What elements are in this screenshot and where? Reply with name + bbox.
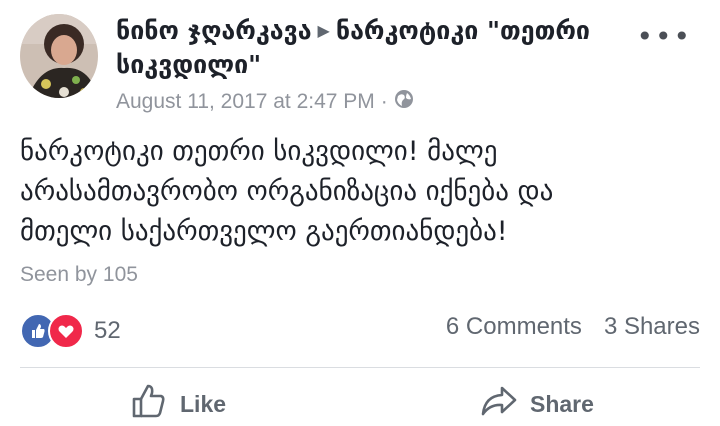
share-arrow-icon	[480, 382, 518, 426]
more-options-button[interactable]: •••	[636, 23, 692, 51]
post-body-text: ნარკოტიკი თეთრი სიკვდილი! მალე არასამთავ…	[20, 136, 554, 247]
comments-count-link[interactable]: 6 Comments	[446, 313, 582, 341]
action-divider	[20, 367, 700, 368]
reaction-count: 52	[94, 317, 121, 344]
arrow-right-icon: ▶	[317, 21, 330, 40]
post-meta: August 11, 2017 at 2:47 PM ·	[116, 89, 414, 115]
thumbs-up-icon	[130, 382, 168, 426]
post-timestamp[interactable]: August 11, 2017 at 2:47 PM	[116, 90, 375, 114]
avatar[interactable]	[20, 14, 98, 98]
share-button[interactable]: Share	[480, 382, 594, 426]
globe-icon	[394, 89, 414, 115]
like-button[interactable]: Like	[130, 382, 226, 426]
meta-separator: ·	[380, 90, 388, 113]
author-name-link[interactable]: ნინო ჯღარკავა	[116, 16, 312, 45]
seen-by-count[interactable]: Seen by 105	[20, 263, 138, 287]
shares-count-link[interactable]: 3 Shares	[604, 313, 700, 341]
engagement-stats: 6 Comments 3 Shares	[446, 313, 700, 341]
post-header: ნინო ჯღარკავა ▶ ნარკოტიკი "თეთრი სიკვდილი"	[116, 14, 636, 82]
share-button-label: Share	[530, 390, 594, 417]
reactions-summary[interactable]: 52	[20, 313, 121, 349]
love-reaction-icon	[48, 313, 84, 349]
like-button-label: Like	[180, 390, 227, 417]
